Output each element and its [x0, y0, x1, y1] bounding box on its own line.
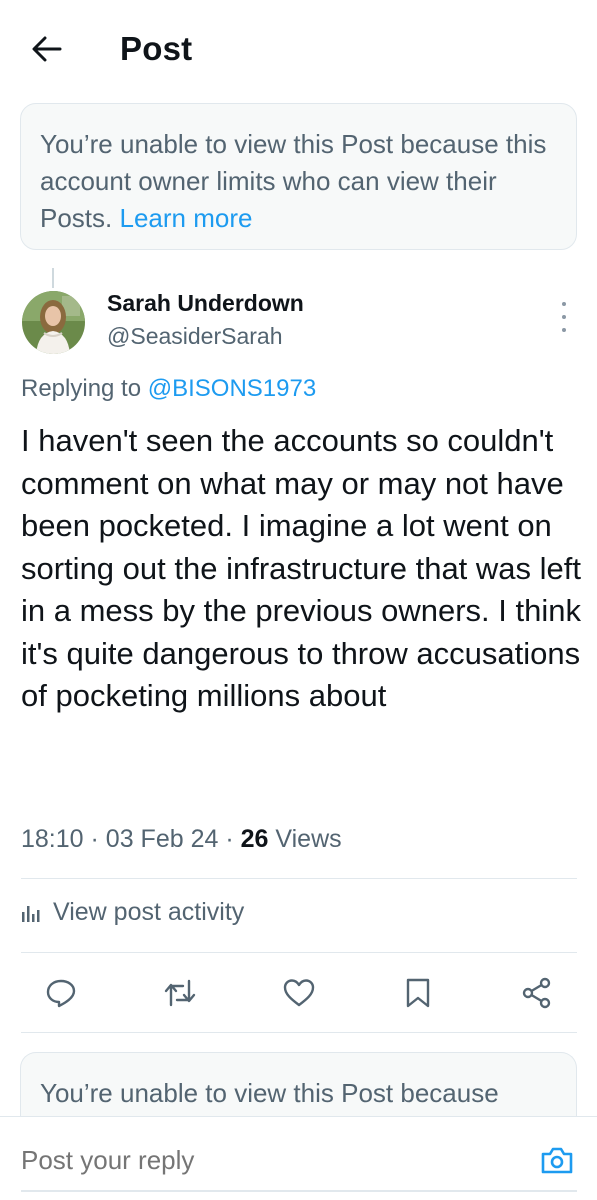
- views-count: 26: [240, 825, 269, 853]
- meta-separator: ·: [90, 825, 99, 853]
- avatar[interactable]: [22, 291, 85, 354]
- back-button[interactable]: [26, 28, 68, 70]
- restricted-post-notice: You’re unable to view this Post because …: [20, 103, 577, 250]
- camera-icon: [541, 1147, 573, 1174]
- bookmark-button[interactable]: [399, 974, 437, 1012]
- page-title: Post: [120, 30, 193, 67]
- arrow-left-icon: [32, 36, 62, 62]
- learn-more-link[interactable]: Learn more: [119, 203, 252, 233]
- post-date: 03 Feb 24: [105, 825, 219, 853]
- post-text: I haven't seen the accounts so couldn't …: [21, 423, 581, 713]
- more-options-button[interactable]: [554, 302, 574, 332]
- notice-text: You’re unable to view this Post because: [40, 1078, 499, 1108]
- activity-label: View post activity: [53, 898, 245, 926]
- divider: [21, 878, 577, 879]
- share-icon: [522, 977, 551, 1009]
- post-time: 18:10: [21, 825, 84, 853]
- author-name[interactable]: Sarah Underdown: [107, 290, 304, 317]
- views-label: Views: [275, 825, 342, 853]
- reply-input[interactable]: [21, 1145, 501, 1176]
- replying-to-line: Replying to @BISONS1973: [21, 375, 316, 403]
- post-actions-bar: [0, 974, 597, 1012]
- like-button[interactable]: [280, 974, 318, 1012]
- reply-button[interactable]: [42, 974, 80, 1012]
- reply-input-underline: [21, 1190, 577, 1192]
- more-dots-icon: [562, 302, 566, 306]
- thread-connector-line: [52, 268, 54, 288]
- top-app-bar: Post: [0, 0, 597, 98]
- avatar-image: [22, 291, 85, 354]
- analytics-icon: [22, 905, 40, 922]
- repost-icon: [164, 979, 196, 1007]
- reply-icon: [46, 979, 76, 1008]
- reply-composer-bar: [0, 1116, 597, 1200]
- meta-separator: ·: [225, 825, 234, 853]
- replying-to-link[interactable]: @BISONS1973: [148, 375, 316, 402]
- replying-prefix: Replying to: [21, 375, 148, 402]
- like-icon: [283, 979, 315, 1007]
- divider: [21, 1032, 577, 1033]
- repost-button[interactable]: [161, 974, 199, 1012]
- author-handle[interactable]: @SeasiderSarah: [107, 323, 283, 350]
- notice-text: You’re unable to view this Post because …: [40, 129, 547, 233]
- camera-button[interactable]: [538, 1141, 576, 1179]
- view-post-activity-button[interactable]: View post activity: [21, 898, 244, 927]
- bookmark-icon: [406, 978, 430, 1008]
- share-button[interactable]: [518, 974, 556, 1012]
- divider: [21, 952, 577, 953]
- post-metadata: 18:10 · 03 Feb 24 · 26 Views: [21, 825, 342, 854]
